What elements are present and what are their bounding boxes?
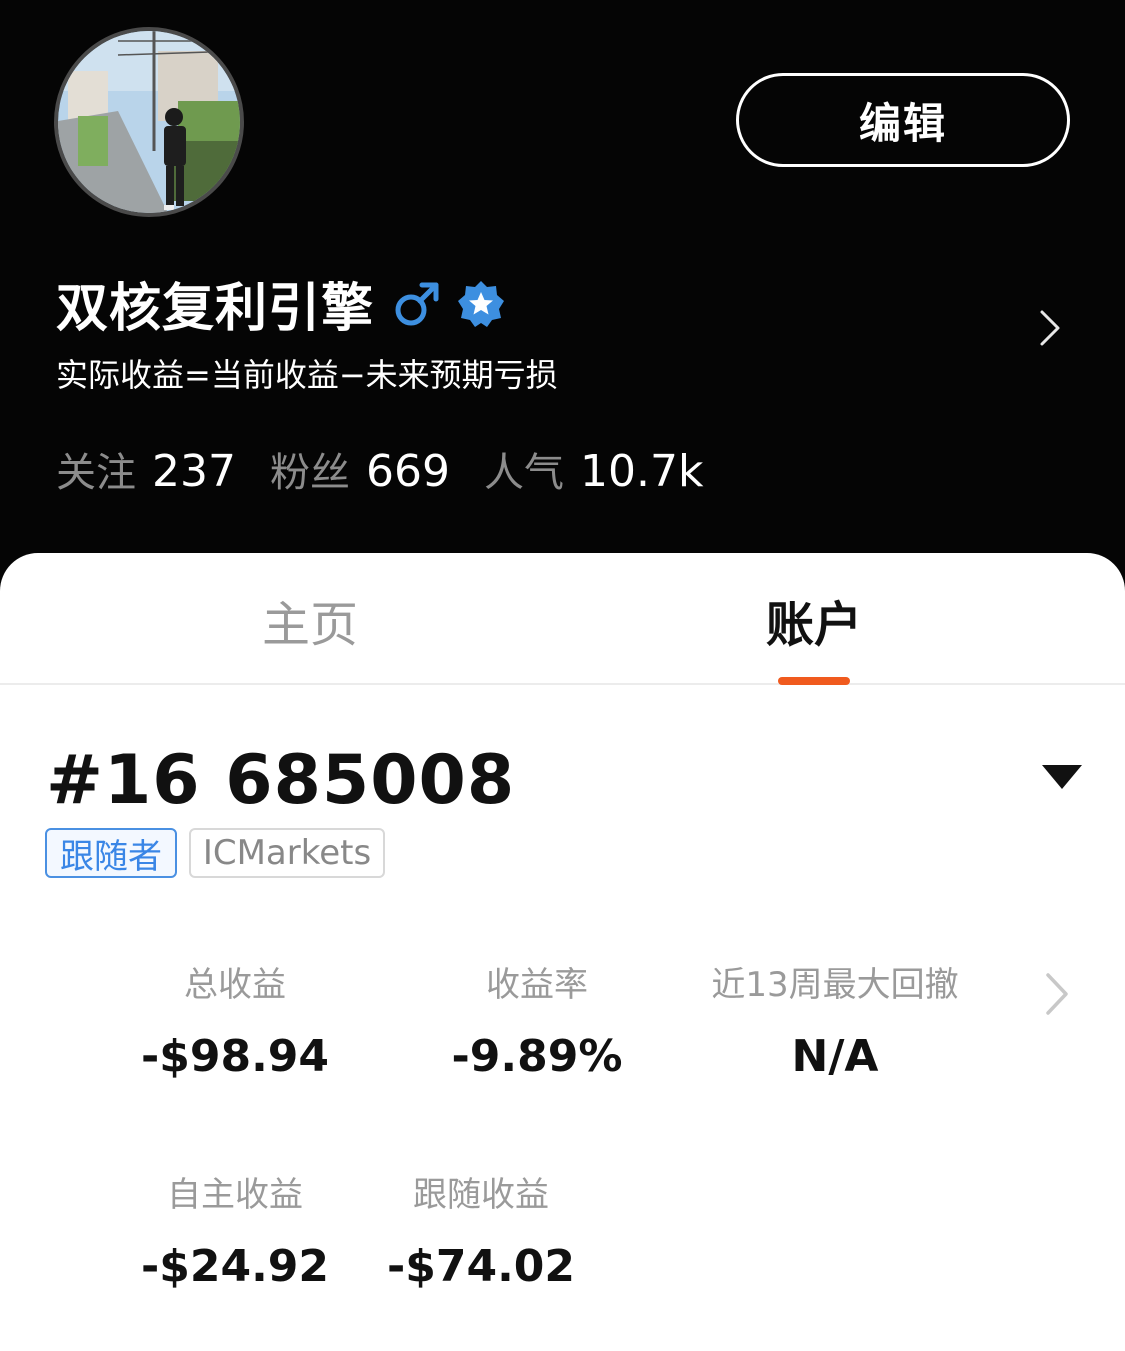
profile-header: 编辑 双核复利引擎 实际收益=当前收益−未来预期亏损 关注 237 粉丝 669… — [0, 0, 1125, 600]
chevron-right-icon[interactable] — [1040, 969, 1074, 1019]
chevron-right-icon[interactable] — [1032, 306, 1068, 350]
account-sheet: 主页 账户 #16 685008 跟随者 ICMarkets 总收益 -$98.… — [0, 553, 1125, 1351]
following-count[interactable]: 237 — [152, 446, 236, 497]
popularity-label: 人气 — [483, 450, 564, 496]
verified-badge-icon — [458, 280, 505, 327]
profile-stats: 关注 237 粉丝 669 人气 10.7k — [56, 440, 737, 498]
broker-tag: ICMarkets — [189, 828, 385, 878]
return-rate-label: 收益率 — [486, 965, 588, 1005]
username: 双核复利引擎 — [56, 279, 375, 339]
copy-profit-value: -$74.02 — [386, 1241, 576, 1292]
following-label[interactable]: 关注 — [56, 440, 136, 498]
tab-bar: 主页 账户 — [0, 553, 1125, 685]
tab-account[interactable]: 账户 — [766, 585, 862, 655]
total-profit-value: -$98.94 — [140, 1031, 330, 1082]
male-icon — [395, 282, 439, 325]
max-drawdown-value: N/A — [791, 1031, 879, 1082]
tab-home[interactable]: 主页 — [262, 585, 358, 655]
total-profit-label: 总收益 — [184, 965, 286, 1005]
copy-profit-label: 跟随收益 — [413, 1175, 549, 1215]
bio: 实际收益=当前收益−未来预期亏损 — [56, 356, 558, 394]
return-rate-value: -9.89% — [451, 1031, 623, 1082]
active-tab-indicator — [778, 677, 850, 685]
followers-count[interactable]: 669 — [366, 446, 450, 497]
self-profit-value: -$24.92 — [140, 1241, 330, 1292]
popularity-count: 10.7k — [579, 446, 704, 497]
username-row: 双核复利引擎 — [56, 266, 506, 341]
max-drawdown-label: 近13周最大回撤 — [711, 965, 959, 1005]
dropdown-triangle-icon[interactable] — [1042, 765, 1082, 791]
account-id: #16 685008 — [46, 741, 516, 820]
followers-label[interactable]: 粉丝 — [270, 440, 350, 498]
follower-tag: 跟随者 — [45, 828, 177, 878]
edit-profile-button[interactable]: 编辑 — [736, 73, 1070, 167]
self-profit-label: 自主收益 — [167, 1175, 303, 1215]
avatar[interactable] — [54, 27, 244, 217]
